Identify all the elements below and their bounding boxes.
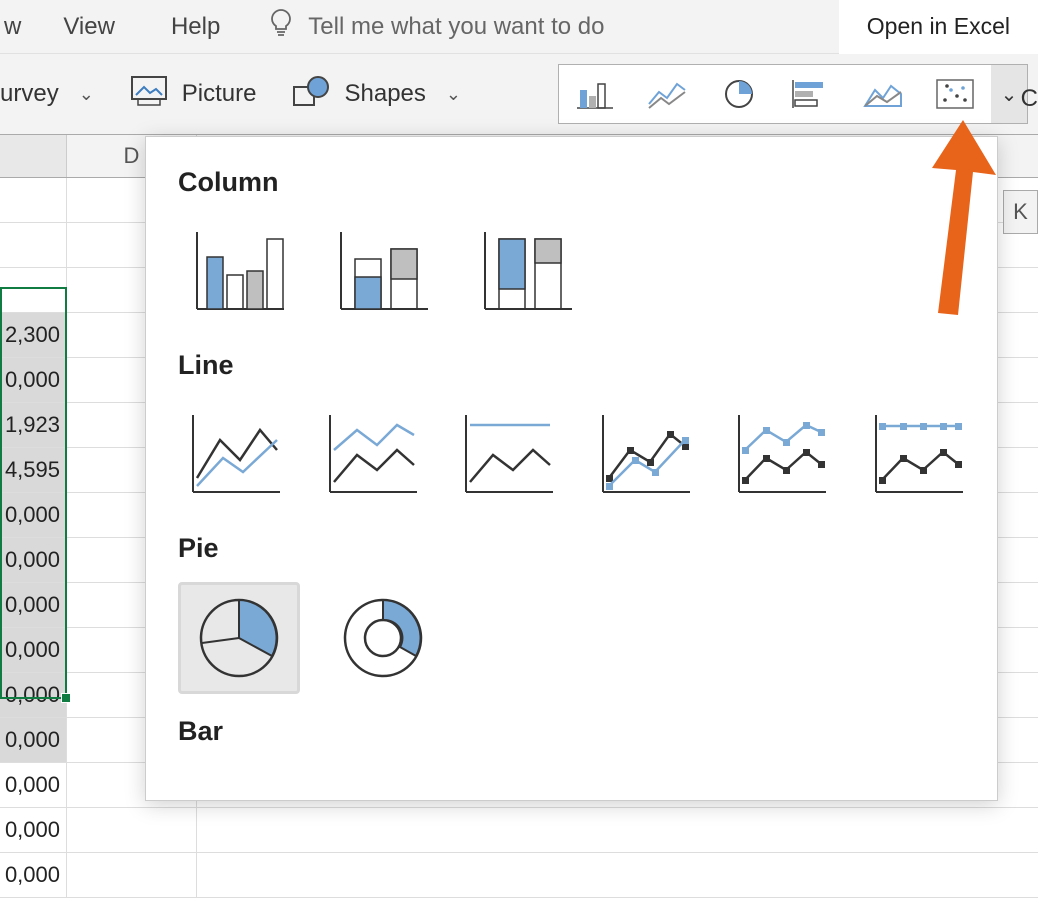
pie-icon bbox=[189, 593, 289, 683]
survey-button[interactable]: urvey ⌄ bbox=[0, 80, 112, 108]
cell[interactable]: 0,000 bbox=[0, 763, 67, 807]
cell[interactable]: 0,000 bbox=[0, 853, 67, 897]
col-header-k[interactable]: K bbox=[1003, 190, 1038, 234]
chart-toolbar: ⌄ bbox=[558, 64, 1028, 124]
cell[interactable]: 0,000 bbox=[0, 538, 67, 582]
shapes-icon bbox=[292, 75, 330, 114]
menu-item-partial[interactable]: w bbox=[0, 1, 35, 53]
lightbulb-icon bbox=[268, 8, 294, 45]
arrow-annotation bbox=[918, 120, 1008, 325]
100-stacked-line-markers-icon bbox=[868, 410, 968, 500]
cell[interactable]: 0,000 bbox=[0, 493, 67, 537]
picture-icon bbox=[130, 75, 168, 114]
pie-chart-button[interactable] bbox=[703, 65, 775, 123]
100-stacked-line-icon bbox=[458, 410, 558, 500]
column-chart-button[interactable] bbox=[559, 65, 631, 123]
section-column: Column bbox=[178, 167, 975, 198]
stacked-line-markers-icon bbox=[731, 410, 831, 500]
doughnut-option[interactable] bbox=[322, 582, 444, 694]
menu-item-view[interactable]: View bbox=[35, 1, 143, 53]
scatter-chart-button[interactable] bbox=[919, 65, 991, 123]
cell[interactable]: 2,300 bbox=[0, 313, 67, 357]
stacked-line-icon bbox=[322, 410, 422, 500]
100-stacked-column-option[interactable] bbox=[466, 216, 588, 328]
section-pie: Pie bbox=[178, 533, 975, 564]
bar-chart-icon bbox=[791, 78, 831, 110]
section-bar: Bar bbox=[178, 716, 975, 747]
area-chart-icon bbox=[863, 78, 903, 110]
area-chart-button[interactable] bbox=[847, 65, 919, 123]
line-option[interactable] bbox=[178, 399, 293, 511]
line-icon bbox=[185, 410, 285, 500]
menu-item-help[interactable]: Help bbox=[143, 1, 248, 53]
chevron-down-icon: ⌄ bbox=[440, 84, 461, 105]
chart-gallery-panel: Column bbox=[145, 136, 998, 801]
stacked-line-option[interactable] bbox=[315, 399, 430, 511]
cell[interactable]: 0,000 bbox=[0, 358, 67, 402]
cell[interactable]: 0,000 bbox=[0, 673, 67, 717]
partial-text: C bbox=[1021, 85, 1038, 113]
picture-button[interactable]: Picture bbox=[112, 75, 275, 114]
line-markers-icon bbox=[595, 410, 695, 500]
insert-toolbar: urvey ⌄ Picture Shapes ⌄ bbox=[0, 54, 1038, 134]
cell[interactable]: 0,000 bbox=[0, 808, 67, 852]
100-stacked-column-icon bbox=[477, 227, 577, 317]
section-line: Line bbox=[178, 350, 975, 381]
column-chart-icon bbox=[575, 78, 615, 110]
cell[interactable]: 0,000 bbox=[0, 583, 67, 627]
pie-chart-icon bbox=[719, 78, 759, 110]
pie-option[interactable] bbox=[178, 582, 300, 694]
100-stacked-line-markers-option[interactable] bbox=[861, 399, 976, 511]
line-chart-icon bbox=[647, 78, 687, 110]
open-in-excel-button[interactable]: Open in Excel bbox=[839, 0, 1038, 54]
bar-chart-button[interactable] bbox=[775, 65, 847, 123]
100-stacked-line-option[interactable] bbox=[451, 399, 566, 511]
stacked-column-option[interactable] bbox=[322, 216, 444, 328]
line-markers-option[interactable] bbox=[588, 399, 703, 511]
line-chart-button[interactable] bbox=[631, 65, 703, 123]
shapes-button[interactable]: Shapes ⌄ bbox=[274, 75, 479, 114]
chevron-down-icon: ⌄ bbox=[73, 84, 94, 105]
cell[interactable]: 1,923 bbox=[0, 403, 67, 447]
cell[interactable]: 0,000 bbox=[0, 628, 67, 672]
menu-bar: w View Help Tell me what you want to do … bbox=[0, 0, 1038, 54]
doughnut-icon bbox=[333, 593, 433, 683]
clustered-column-icon bbox=[189, 227, 289, 317]
col-header-c[interactable] bbox=[0, 135, 67, 177]
tell-me-search[interactable]: Tell me what you want to do bbox=[248, 8, 839, 45]
stacked-column-icon bbox=[333, 227, 433, 317]
clustered-column-option[interactable] bbox=[178, 216, 300, 328]
chevron-down-icon: ⌄ bbox=[1001, 82, 1018, 107]
scatter-chart-icon bbox=[935, 78, 975, 110]
cell[interactable]: 4,595 bbox=[0, 448, 67, 492]
stacked-line-markers-option[interactable] bbox=[724, 399, 839, 511]
cell[interactable]: 0,000 bbox=[0, 718, 67, 762]
